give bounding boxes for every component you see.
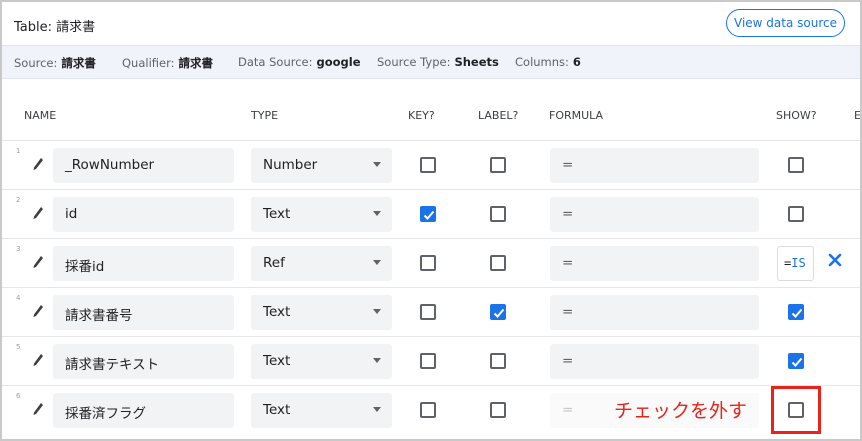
- formula-field[interactable]: =: [550, 148, 759, 183]
- check-icon: [791, 308, 803, 318]
- key-checkbox[interactable]: [420, 304, 436, 320]
- type-select[interactable]: Text: [251, 393, 392, 428]
- pencil-icon[interactable]: [32, 205, 44, 221]
- type-select-value: Text: [263, 402, 291, 418]
- label-checkbox[interactable]: [490, 255, 506, 271]
- pencil-icon[interactable]: [32, 352, 44, 368]
- type-select-value: Number: [263, 157, 318, 173]
- table-row: 5 請求書テキスト Text =: [2, 336, 860, 386]
- info-source-type-value: Sheets: [454, 55, 499, 69]
- type-select-value: Ref: [263, 255, 285, 271]
- key-checkbox[interactable]: [420, 353, 436, 369]
- type-select-value: Text: [263, 304, 291, 320]
- key-checkbox[interactable]: [420, 402, 436, 418]
- column-header-cut-off: E: [854, 109, 861, 122]
- info-columns: Columns: 6: [515, 55, 581, 69]
- label-checkbox[interactable]: [490, 304, 506, 320]
- close-icon[interactable]: [827, 252, 843, 268]
- show-formula-function: IS: [791, 256, 806, 270]
- info-data-source-value: google: [316, 55, 361, 69]
- annotation-text: チェックを外す: [614, 400, 748, 422]
- check-icon: [791, 357, 803, 367]
- column-header-key: KEY?: [408, 109, 435, 122]
- annotation-highlight-box: [771, 386, 821, 434]
- type-select[interactable]: Number: [251, 148, 392, 183]
- chevron-down-icon: [373, 260, 381, 265]
- panel-header: Table: 請求書 View data source: [2, 2, 860, 45]
- chevron-down-icon: [373, 407, 381, 412]
- info-columns-value: 6: [572, 55, 581, 69]
- show-checkbox[interactable]: [788, 304, 804, 320]
- chevron-down-icon: [373, 211, 381, 216]
- formula-field[interactable]: =: [550, 197, 759, 232]
- key-checkbox[interactable]: [420, 157, 436, 173]
- type-select[interactable]: Text: [251, 295, 392, 330]
- row-number: 5: [16, 343, 21, 351]
- show-checkbox[interactable]: [788, 206, 804, 222]
- column-name-field[interactable]: 採番済フラグ: [53, 393, 234, 428]
- type-select-value: Text: [263, 206, 291, 222]
- chevron-down-icon: [373, 162, 381, 167]
- chevron-down-icon: [373, 309, 381, 314]
- label-checkbox[interactable]: [490, 353, 506, 369]
- column-header-label: LABEL?: [478, 109, 519, 122]
- type-select[interactable]: Text: [251, 344, 392, 379]
- page-title: Table: 請求書: [14, 20, 96, 35]
- formula-field[interactable]: =: [550, 295, 759, 330]
- check-icon: [493, 308, 505, 318]
- table-row: 3 採番id Ref = =IS: [2, 238, 860, 288]
- info-data-source: Data Source: google: [238, 55, 361, 69]
- info-source-label: Source:: [14, 56, 58, 70]
- label-checkbox[interactable]: [490, 206, 506, 222]
- pencil-icon[interactable]: [32, 156, 44, 172]
- column-name-field[interactable]: _RowNumber: [53, 148, 234, 183]
- info-data-source-label: Data Source:: [238, 55, 313, 69]
- pencil-icon[interactable]: [32, 303, 44, 319]
- info-source: Source: 請求書: [14, 55, 96, 71]
- pencil-icon[interactable]: [32, 401, 44, 417]
- info-source-type-label: Source Type:: [377, 55, 451, 69]
- table-row: 2 id Text =: [2, 189, 860, 239]
- info-source-value: 請求書: [61, 56, 96, 70]
- show-formula-editor[interactable]: =IS: [777, 246, 814, 281]
- label-checkbox[interactable]: [490, 402, 506, 418]
- row-number: 1: [16, 147, 21, 155]
- table-row: 4 請求書番号 Text =: [2, 287, 860, 337]
- row-number: 2: [16, 196, 21, 204]
- row-number: 6: [16, 392, 21, 400]
- table-row: 1 _RowNumber Number =: [2, 140, 860, 190]
- formula-field[interactable]: =: [550, 246, 759, 281]
- column-header-name: NAME: [24, 109, 57, 122]
- label-checkbox[interactable]: [490, 157, 506, 173]
- show-checkbox[interactable]: [788, 157, 804, 173]
- row-number: 3: [16, 245, 21, 253]
- pencil-icon[interactable]: [32, 254, 44, 270]
- view-data-source-button[interactable]: View data source: [726, 9, 845, 37]
- key-checkbox[interactable]: [420, 255, 436, 271]
- type-select[interactable]: Ref: [251, 246, 392, 281]
- show-checkbox[interactable]: [788, 353, 804, 369]
- column-name-field[interactable]: 請求書テキスト: [53, 344, 234, 379]
- check-icon: [423, 210, 435, 220]
- column-name-field[interactable]: 請求書番号: [53, 295, 234, 330]
- row-number: 4: [16, 294, 21, 302]
- column-header-show: SHOW?: [776, 109, 817, 122]
- info-qualifier-label: Qualifier:: [122, 56, 175, 70]
- type-select[interactable]: Text: [251, 197, 392, 232]
- key-checkbox[interactable]: [420, 206, 436, 222]
- column-header-type: TYPE: [251, 109, 279, 122]
- info-qualifier-value: 請求書: [178, 56, 214, 70]
- info-qualifier: Qualifier: 請求書: [122, 55, 213, 71]
- info-source-type: Source Type: Sheets: [377, 55, 499, 69]
- info-columns-label: Columns:: [515, 55, 569, 69]
- column-name-field[interactable]: 採番id: [53, 246, 234, 281]
- table-info-bar: Source: 請求書 Qualifier: 請求書 Data Source: goo…: [2, 45, 860, 79]
- type-select-value: Text: [263, 353, 291, 369]
- column-name-field[interactable]: id: [53, 197, 234, 232]
- chevron-down-icon: [373, 358, 381, 363]
- table-settings-panel: Table: 請求書 View data source Source: 請求書 Q…: [0, 0, 862, 441]
- column-header-formula: FORMULA: [549, 109, 604, 122]
- formula-field[interactable]: =: [550, 344, 759, 379]
